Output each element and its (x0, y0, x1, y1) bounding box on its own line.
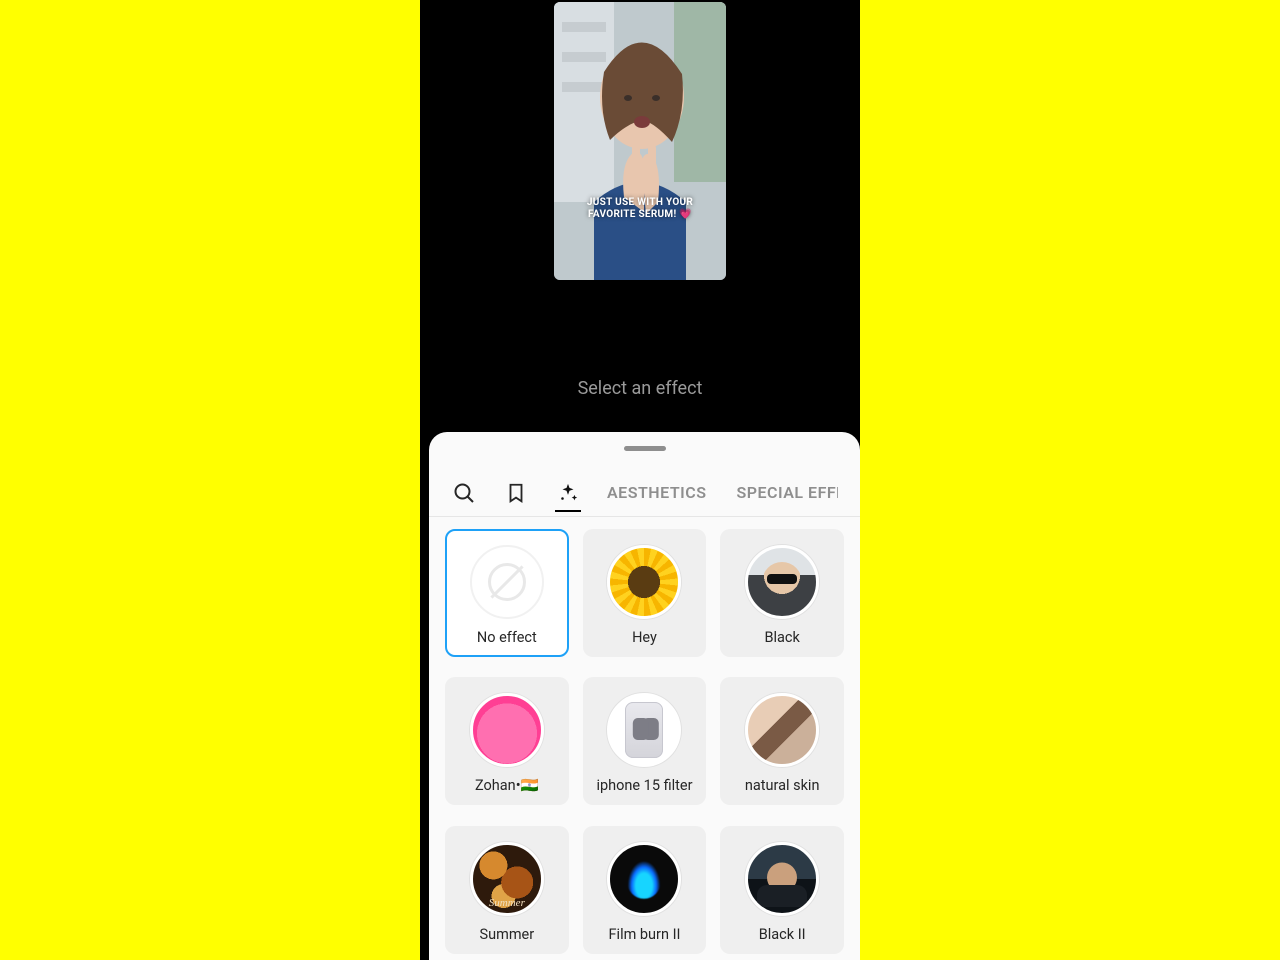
effect-label: Black (760, 629, 803, 646)
effect-label: natural skin (741, 777, 824, 794)
effect-label: Black II (755, 926, 810, 943)
sunflower-icon (607, 545, 681, 619)
effect-label: Zohan•🇮🇳 (471, 777, 543, 794)
effect-label: Summer (476, 926, 539, 943)
video-preview[interactable]: JUST USE WITH YOUR FAVORITE SERUM! 💗 (554, 2, 726, 280)
video-caption-line1: JUST USE WITH YOUR (554, 197, 726, 209)
no-effect-icon (470, 545, 544, 619)
effect-card-summer[interactable]: Summer Summer (445, 826, 569, 954)
video-caption-line2: FAVORITE SERUM! 💗 (554, 209, 726, 221)
tab-special-effects[interactable]: SPECIAL EFFECTS (736, 483, 838, 502)
effect-card-natural-skin[interactable]: natural skin (720, 677, 844, 805)
phone-icon (607, 693, 681, 767)
effect-label: iphone 15 filter (592, 777, 696, 794)
effects-tab-bar: AESTHETICS SPECIAL EFFECTS (429, 469, 860, 517)
search-icon[interactable] (451, 480, 477, 506)
bookmark-icon[interactable] (503, 480, 529, 506)
avatar-icon (745, 693, 819, 767)
sparkle-icon[interactable] (555, 486, 581, 512)
effect-card-film-burn-2[interactable]: Film burn II (583, 826, 707, 954)
flowers-icon: Summer (470, 842, 544, 916)
effect-card-hey[interactable]: Hey (583, 529, 707, 657)
tab-aesthetics[interactable]: AESTHETICS (607, 483, 706, 502)
select-effect-prompt: Select an effect (420, 378, 860, 399)
phone-frame: JUST USE WITH YOUR FAVORITE SERUM! 💗 Sel… (420, 0, 860, 960)
avatar-icon (745, 545, 819, 619)
video-caption: JUST USE WITH YOUR FAVORITE SERUM! 💗 (554, 197, 726, 221)
video-preview-illustration (554, 2, 726, 280)
effect-card-iphone15[interactable]: iphone 15 filter (583, 677, 707, 805)
effect-card-black-2[interactable]: Black II (720, 826, 844, 954)
effect-card-zohan[interactable]: Zohan•🇮🇳 (445, 677, 569, 805)
avatar-icon (745, 842, 819, 916)
effects-grid: No effect Hey Black Zohan•🇮🇳 iphone 15 f… (429, 517, 860, 960)
effect-card-no-effect[interactable]: No effect (445, 529, 569, 657)
effects-sheet: AESTHETICS SPECIAL EFFECTS No effect Hey… (429, 432, 860, 960)
thumb-overlay-text: Summer (473, 897, 541, 909)
effect-card-black[interactable]: Black (720, 529, 844, 657)
preview-area: JUST USE WITH YOUR FAVORITE SERUM! 💗 Sel… (420, 0, 860, 435)
avatar-icon (470, 693, 544, 767)
flame-icon (607, 842, 681, 916)
category-tabs[interactable]: AESTHETICS SPECIAL EFFECTS (607, 483, 838, 502)
effect-label: Hey (628, 629, 661, 646)
effect-label: No effect (473, 629, 541, 646)
sheet-grabber[interactable] (624, 446, 666, 451)
effect-label: Film burn II (605, 926, 685, 943)
